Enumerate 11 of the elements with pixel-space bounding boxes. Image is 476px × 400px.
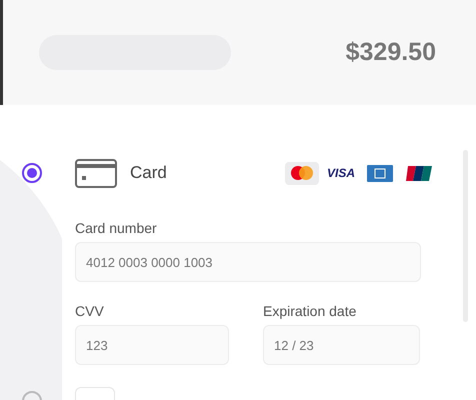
field-label: Expiration date [263, 302, 358, 320]
card-brand-label[interactable]: VISA [324, 162, 358, 184]
field-label: Card number [75, 219, 158, 237]
field-label: CVV [75, 302, 105, 320]
total-price: $329.50 [346, 36, 436, 68]
credit-card-icon [75, 158, 117, 188]
method-label: Card [130, 162, 167, 184]
radio-button[interactable] [22, 163, 42, 183]
input-field[interactable]: 123 [75, 325, 229, 365]
input-field[interactable]: 4012 0003 0000 1003 [75, 242, 421, 282]
input-field[interactable]: 12 / 23 [263, 325, 420, 365]
